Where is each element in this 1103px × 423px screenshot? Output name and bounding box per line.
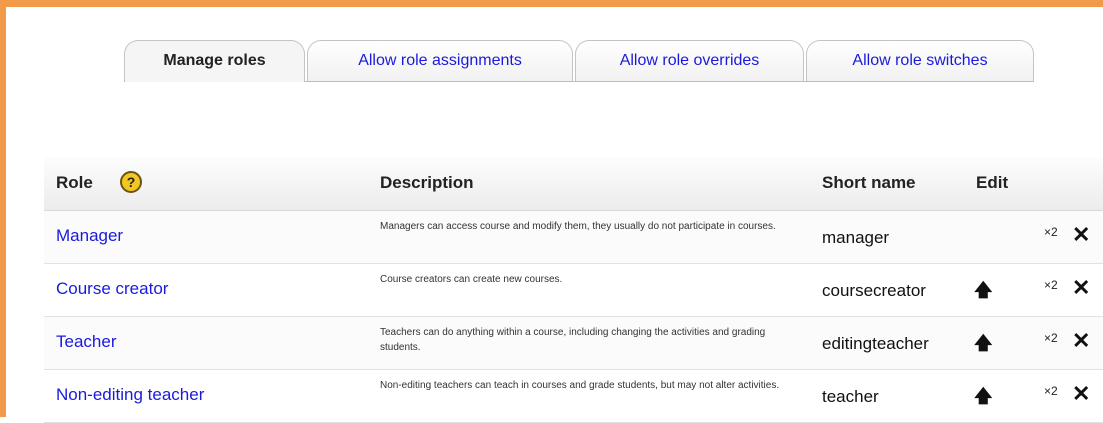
role-short-name: coursecreator (822, 281, 926, 300)
delete-icon[interactable]: ✕ (1072, 275, 1090, 301)
role-description: Non-editing teachers can teach in course… (380, 380, 780, 391)
role-link-non-editing-teacher[interactable]: Non-editing teacher (56, 385, 204, 405)
tab-allow-role-switches[interactable]: Allow role switches (806, 40, 1034, 81)
role-link-manager[interactable]: Manager (56, 226, 123, 246)
header-role[interactable]: Role (56, 173, 93, 193)
arrow-up-icon[interactable]: 🡅 (974, 278, 993, 308)
duplicate-icon[interactable]: ×2 (1044, 225, 1058, 239)
tab-allow-role-assignments[interactable]: Allow role assignments (307, 40, 573, 81)
table-header: Role ? Description Short name Edit (44, 157, 1103, 211)
help-icon[interactable]: ? (120, 171, 142, 193)
role-description: Teachers can do anything within a course… (380, 327, 766, 353)
header-short-name: Short name (822, 173, 916, 192)
tab-allow-role-overrides[interactable]: Allow role overrides (575, 40, 804, 81)
tab-bar: Manage roles Allow role assignments Allo… (6, 7, 1103, 83)
delete-icon[interactable]: ✕ (1072, 328, 1090, 354)
duplicate-icon[interactable]: ×2 (1044, 384, 1058, 398)
header-edit: Edit (976, 173, 1009, 192)
role-short-name: manager (822, 228, 890, 247)
role-short-name: editingteacher (822, 334, 929, 353)
role-link-teacher[interactable]: Teacher (56, 332, 116, 352)
page-content: Manage roles Allow role assignments Allo… (6, 7, 1103, 423)
role-link-course-creator[interactable]: Course creator (56, 279, 168, 299)
duplicate-icon[interactable]: ×2 (1044, 278, 1058, 292)
arrow-up-icon[interactable]: 🡅 (974, 331, 993, 361)
table-row: Course creator Course creators can creat… (44, 264, 1103, 317)
header-description: Description (380, 173, 474, 192)
table-body: Manager Managers can access course and m… (44, 211, 1103, 423)
delete-icon[interactable]: ✕ (1072, 381, 1090, 407)
role-description: Course creators can create new courses. (380, 274, 563, 285)
table-row: Manager Managers can access course and m… (44, 211, 1103, 264)
tab-manage-roles[interactable]: Manage roles (124, 40, 305, 82)
duplicate-icon[interactable]: ×2 (1044, 331, 1058, 345)
arrow-up-icon[interactable]: 🡅 (974, 384, 993, 414)
role-description: Managers can access course and modify th… (380, 221, 776, 232)
delete-icon[interactable]: ✕ (1072, 222, 1090, 248)
frame-top-border (0, 0, 1103, 7)
table-row: Non-editing teacher Non-editing teachers… (44, 370, 1103, 423)
role-short-name: teacher (822, 387, 879, 406)
roles-table: Role ? Description Short name Edit Manag… (44, 157, 1103, 423)
table-row: Teacher Teachers can do anything within … (44, 317, 1103, 370)
